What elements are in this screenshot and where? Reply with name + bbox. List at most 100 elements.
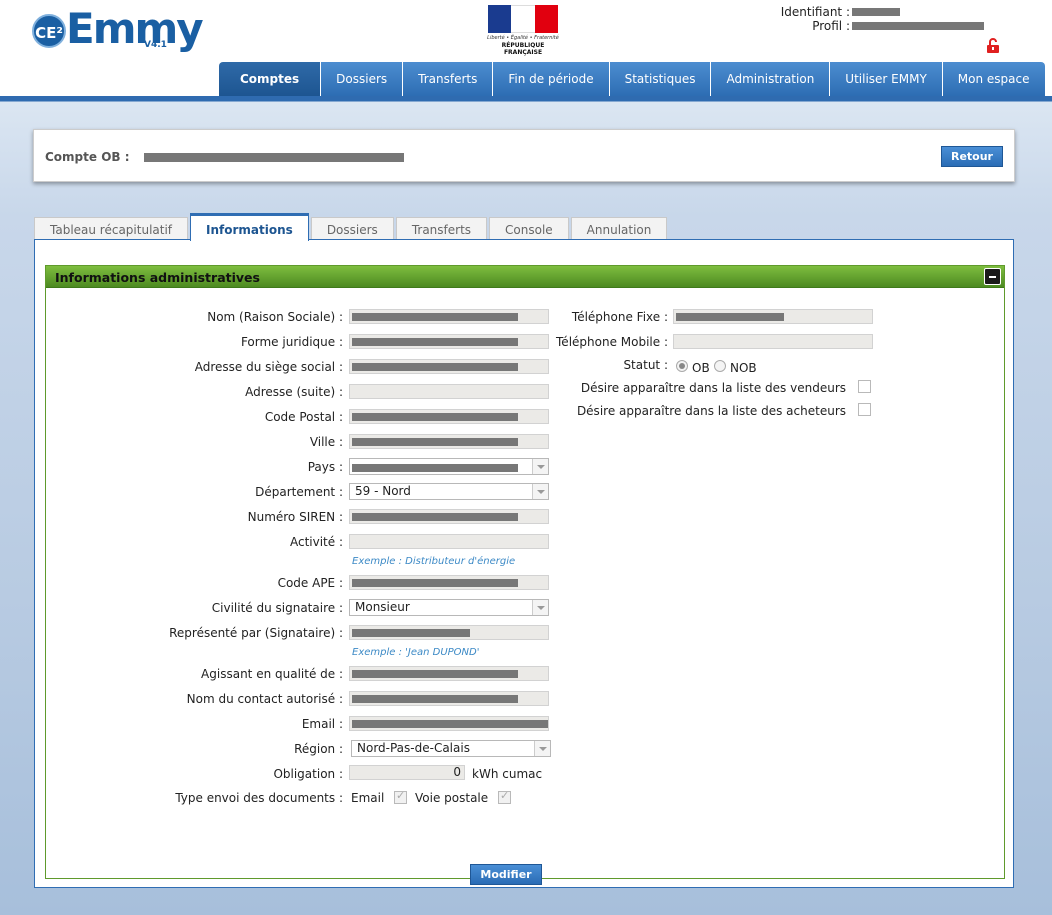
collapse-icon[interactable] — [984, 268, 1001, 285]
retour-button[interactable]: Retour — [941, 146, 1003, 167]
logo-text: Emmy — [66, 4, 204, 53]
label-statut: Statut : — [623, 358, 668, 372]
main-nav: Comptes Dossiers Transferts Fin de pério… — [219, 62, 1045, 96]
activite-hint: Exemple : Distributeur d'énergie — [352, 556, 516, 567]
acheteurs-checkbox[interactable] — [858, 403, 871, 416]
label-nom: Nom (Raison Sociale) : — [207, 310, 343, 324]
emmy-logo[interactable]: CE² Emmy V4.1 — [32, 4, 204, 54]
modifier-button[interactable]: Modifier — [470, 864, 542, 885]
activite-field[interactable] — [349, 534, 549, 549]
account-label: Compte OB : — [45, 150, 130, 164]
identifiant-value-redacted — [852, 8, 900, 16]
main-panel: Informations administratives Nom (Raison… — [34, 239, 1014, 888]
statut-nob-radio[interactable] — [714, 360, 726, 372]
statut-nob-label: NOB — [730, 361, 757, 375]
account-bar: Compte OB : Retour — [33, 129, 1015, 182]
section-header: Informations administratives — [46, 266, 1004, 288]
agissant-field[interactable] — [349, 666, 549, 681]
tel-fixe-field[interactable] — [673, 309, 873, 324]
represente-field[interactable] — [349, 625, 549, 640]
code-ape-field[interactable] — [349, 575, 549, 590]
nav-administration[interactable]: Administration — [711, 62, 831, 96]
chevron-down-icon — [532, 484, 548, 499]
obligation-value: 0 — [453, 765, 461, 779]
chevron-down-icon — [532, 600, 548, 615]
obligation-field[interactable]: 0 — [349, 765, 465, 780]
rf-motto: Liberté • Égalité • Fraternité — [487, 35, 559, 41]
envoi-email-label: Email — [351, 791, 385, 805]
label-adresse: Adresse du siège social : — [194, 360, 343, 374]
section-title: Informations administratives — [55, 270, 260, 285]
section-informations-administratives: Informations administratives Nom (Raison… — [45, 265, 1005, 885]
departement-select[interactable]: 59 - Nord — [349, 483, 549, 500]
vendeurs-checkbox[interactable] — [858, 380, 871, 393]
adresse-suite-field[interactable] — [349, 384, 549, 399]
nav-transferts[interactable]: Transferts — [403, 62, 494, 96]
statut-ob-label: OB — [692, 361, 710, 375]
unlock-icon[interactable] — [986, 38, 1000, 54]
profil-value-redacted — [852, 22, 984, 30]
pays-select[interactable] — [349, 458, 549, 475]
email-field[interactable] — [349, 716, 549, 731]
label-forme-juridique: Forme juridique : — [240, 335, 343, 349]
nav-dossiers[interactable]: Dossiers — [321, 62, 404, 96]
label-pays: Pays : — [307, 460, 343, 474]
civilite-value: Monsieur — [355, 600, 410, 614]
tab-bar: Tableau récapitulatif Informations Dossi… — [34, 213, 669, 243]
label-civilite: Civilité du signataire : — [211, 601, 343, 615]
tab-informations[interactable]: Informations — [190, 213, 309, 241]
label-tel-fixe: Téléphone Fixe : — [571, 310, 668, 324]
region-select[interactable]: Nord-Pas-de-Calais — [351, 740, 551, 757]
pays-value-redacted — [352, 464, 518, 472]
republique-francaise-logo: Liberté • Égalité • Fraternité RÉPUBLIQU… — [486, 5, 560, 56]
label-email: Email : — [301, 717, 343, 731]
adresse-field[interactable] — [349, 359, 549, 374]
label-obligation: Obligation : — [273, 767, 343, 781]
label-code-ape: Code APE : — [277, 576, 343, 590]
user-info: Identifiant : Profil : — [760, 5, 1000, 33]
civilite-select[interactable]: Monsieur — [349, 599, 549, 616]
nav-fin-de-periode[interactable]: Fin de période — [493, 62, 610, 96]
envoi-email-checkbox[interactable] — [394, 789, 407, 804]
label-tel-mobile: Téléphone Mobile : — [556, 335, 668, 349]
ville-field[interactable] — [349, 434, 549, 449]
obligation-unit: kWh cumac — [472, 767, 543, 781]
envoi-postale-label: Voie postale — [415, 791, 489, 805]
code-postal-field[interactable] — [349, 409, 549, 424]
siren-field[interactable] — [349, 509, 549, 524]
label-adresse-suite: Adresse (suite) : — [245, 385, 343, 399]
identifiant-label: Identifiant : — [780, 5, 850, 19]
forme-juridique-field[interactable] — [349, 334, 549, 349]
chevron-down-icon — [534, 741, 550, 756]
label-departement: Département : — [255, 485, 343, 499]
represente-hint: Exemple : 'Jean DUPOND' — [352, 647, 480, 658]
logo-version: V4.1 — [144, 40, 167, 50]
statut-ob-radio[interactable] — [676, 360, 688, 372]
french-flag-icon — [488, 5, 558, 33]
departement-value: 59 - Nord — [355, 484, 411, 498]
nom-field[interactable] — [349, 309, 549, 324]
nav-statistiques[interactable]: Statistiques — [609, 62, 712, 96]
label-activite: Activité : — [289, 535, 343, 549]
label-agissant: Agissant en qualité de : — [201, 667, 343, 681]
envoi-postale-checkbox[interactable] — [498, 789, 511, 804]
label-contact: Nom du contact autorisé : — [186, 692, 343, 706]
nav-mon-espace[interactable]: Mon espace — [942, 62, 1045, 96]
label-ville: Ville : — [309, 435, 343, 449]
ce2-logo-icon: CE² — [32, 14, 66, 48]
label-siren: Numéro SIREN : — [247, 510, 343, 524]
profil-label: Profil : — [812, 19, 850, 33]
label-represente: Représenté par (Signataire) : — [169, 626, 343, 640]
chevron-down-icon — [532, 459, 548, 474]
tel-mobile-field[interactable] — [673, 334, 873, 349]
nav-utiliser-emmy[interactable]: Utiliser EMMY — [830, 62, 943, 96]
contact-field[interactable] — [349, 691, 549, 706]
header: CE² Emmy V4.1 Liberté • Égalité • Frater… — [0, 0, 1052, 96]
region-value: Nord-Pas-de-Calais — [357, 741, 470, 755]
label-code-postal: Code Postal : — [264, 410, 343, 424]
label-region: Région : — [294, 742, 343, 756]
label-type-envoi: Type envoi des documents : — [175, 791, 343, 805]
rf-name: RÉPUBLIQUE FRANÇAISE — [501, 42, 545, 56]
nav-comptes[interactable]: Comptes — [219, 62, 322, 96]
label-vendeurs: Désire apparaître dans la liste des vend… — [580, 381, 846, 395]
